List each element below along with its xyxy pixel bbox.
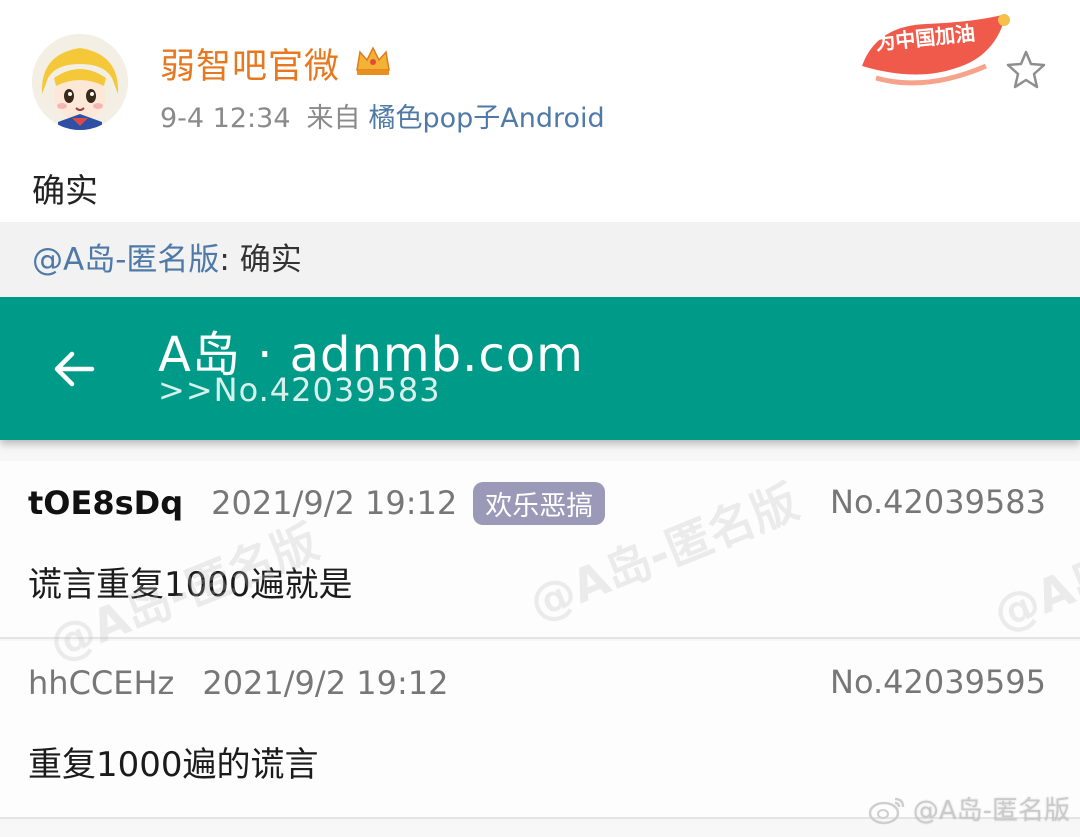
reply-item[interactable]: tOE8sDq 2021/9/2 19:12 欢乐恶搞 No.42039583 … bbox=[0, 461, 1080, 639]
star-icon[interactable] bbox=[1004, 48, 1048, 92]
reply-header: hhCCEHz 2021/9/2 19:12 bbox=[28, 663, 448, 703]
post-text: 确实 bbox=[32, 171, 98, 210]
repost-text: 确实 bbox=[229, 242, 302, 278]
post-meta: 9-4 12:34 来自 橘色pop子Android bbox=[160, 96, 605, 135]
back-arrow-icon[interactable] bbox=[48, 343, 100, 395]
avatar[interactable] bbox=[32, 34, 128, 130]
reply-uid: hhCCEHz bbox=[28, 664, 175, 702]
app-screenshot: A岛 · adnmb.com >>No.42039583 tOE8sDq 202… bbox=[0, 297, 1080, 837]
reply-body: 谎言重复1000遍就是 bbox=[28, 565, 353, 605]
crown-icon bbox=[356, 46, 390, 75]
reply-time: 2021/9/2 19:12 bbox=[202, 664, 449, 702]
post-date: 9-4 12:34 bbox=[160, 103, 291, 134]
repost-separator: : bbox=[219, 242, 230, 278]
reply-tag[interactable]: 欢乐恶搞 bbox=[473, 481, 606, 525]
footer-watermark-text: @A岛-匿名版 bbox=[912, 796, 1070, 826]
repost-mention-link[interactable]: @A岛-匿名版 bbox=[32, 242, 219, 278]
source-app-link[interactable]: 橘色pop子Android bbox=[369, 103, 605, 134]
avatar-illustration bbox=[32, 34, 128, 130]
reply-time: 2021/9/2 19:12 bbox=[211, 484, 458, 522]
repost-bar[interactable]: @A岛-匿名版: 确实 bbox=[0, 222, 1080, 298]
reply-number[interactable]: No.42039595 bbox=[830, 663, 1046, 701]
reply-body: 重复1000遍的谎言 bbox=[28, 745, 319, 785]
footer-watermark: @A岛-匿名版 bbox=[867, 790, 1070, 827]
reply-number[interactable]: No.42039583 bbox=[830, 483, 1046, 521]
reply-uid: tOE8sDq bbox=[28, 484, 184, 522]
source-label: 来自 bbox=[306, 103, 361, 134]
toolbar-subtitle: >>No.42039583 bbox=[158, 371, 441, 409]
weibo-logo-icon bbox=[868, 797, 905, 824]
app-toolbar: A岛 · adnmb.com >>No.42039583 bbox=[0, 297, 1080, 440]
post-header: 弱智吧官微 9-4 12:34 来自 橘色pop子Android 为中国加油 确实 bbox=[0, 0, 1080, 222]
badge-art: 为中国加油 bbox=[862, 14, 1010, 86]
reply-header: tOE8sDq 2021/9/2 19:12 欢乐恶搞 bbox=[28, 481, 606, 525]
user-name[interactable]: 弱智吧官微 bbox=[160, 38, 340, 89]
